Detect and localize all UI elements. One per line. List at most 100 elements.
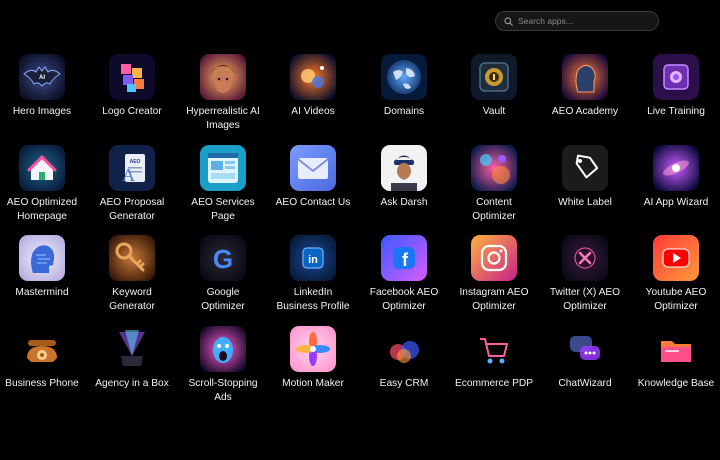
app-label: AEO Optimized Homepage	[6, 197, 78, 222]
app-tile[interactable]: Business Phone	[0, 326, 88, 391]
app-tile[interactable]: AEO Optimized Homepage	[0, 145, 88, 224]
app-tile[interactable]: AI App Wizard	[630, 145, 720, 210]
svg-text:AI: AI	[39, 75, 45, 81]
app-label: Ecommerce PDP	[454, 378, 534, 389]
instagram-logo-icon	[471, 235, 517, 281]
svg-text:f: f	[402, 250, 409, 270]
app-label: White Label	[558, 197, 612, 208]
facebook-logo-icon: f	[381, 235, 427, 281]
app-label: AEO Contact Us	[275, 197, 351, 208]
app-tile[interactable]: White Label	[539, 145, 631, 210]
app-label: Hyperrealistic AI Images	[186, 106, 260, 131]
app-tile[interactable]: Content Optimizer	[448, 145, 540, 224]
app-label: Facebook AEO Optimizer	[369, 287, 439, 312]
shopping-cart-icon	[471, 326, 517, 372]
app-label: Logo Creator	[102, 106, 162, 117]
app-tile[interactable]: G Google Optimizer	[177, 235, 269, 314]
ai-head-icon	[562, 54, 608, 100]
app-label: Easy CRM	[379, 378, 429, 389]
app-label: AI App Wizard	[643, 197, 709, 208]
envelope-icon	[290, 145, 336, 191]
app-tile[interactable]: AEO A AEO Proposal Generator	[86, 145, 178, 224]
app-label: Knowledge Base	[637, 378, 715, 389]
app-tile[interactable]: Instagram AEO Optimizer	[448, 235, 540, 314]
app-label: ChatWizard	[558, 378, 612, 389]
app-tile[interactable]: Agency in a Box	[86, 326, 178, 391]
app-label: AEO Academy	[551, 106, 619, 117]
app-label: Hero Images	[12, 106, 72, 117]
app-tile[interactable]: Easy CRM	[358, 326, 450, 391]
app-label: Vault	[482, 106, 506, 117]
app-tile[interactable]: Ecommerce PDP	[448, 326, 540, 391]
app-tile[interactable]: f Facebook AEO Optimizer	[358, 235, 450, 314]
app-tile[interactable]: Scroll-Stopping Ads	[177, 326, 269, 405]
youtube-logo-icon	[653, 235, 699, 281]
app-tile[interactable]: AEO Services Page	[177, 145, 269, 224]
app-label: Ask Darsh	[380, 197, 428, 208]
app-tile[interactable]: Domains	[358, 54, 450, 119]
app-label: AI Videos	[291, 106, 335, 117]
svg-text:G: G	[213, 244, 233, 274]
svg-text:A: A	[122, 165, 135, 185]
app-label: Business Phone	[5, 378, 79, 389]
app-tile[interactable]: Mastermind	[0, 235, 88, 300]
purple-chip-icon	[653, 54, 699, 100]
app-tile[interactable]: Youtube AEO Optimizer	[630, 235, 720, 314]
app-label: Instagram AEO Optimizer	[459, 287, 529, 312]
tag-icon	[562, 145, 608, 191]
app-tile[interactable]: Hyperrealistic AI Images	[177, 54, 269, 133]
app-tile[interactable]: Motion Maker	[267, 326, 359, 391]
key-icon	[109, 235, 155, 281]
shouting-face-icon	[200, 326, 246, 372]
app-tile[interactable]: in LinkedIn Business Profile	[267, 235, 359, 314]
app-label: Youtube AEO Optimizer	[645, 287, 707, 312]
cosmic-explosion-icon	[290, 54, 336, 100]
app-tile[interactable]: AI Hero Images	[0, 54, 88, 119]
document-pen-icon: AEO A	[109, 145, 155, 191]
app-tile[interactable]: Logo Creator	[86, 54, 178, 119]
app-label: LinkedIn Business Profile	[276, 287, 350, 312]
app-tile[interactable]: Live Training	[630, 54, 720, 119]
x-logo-icon	[562, 235, 608, 281]
google-logo-icon: G	[200, 235, 246, 281]
app-label: AEO Services Page	[191, 197, 255, 222]
app-tile[interactable]: AI Videos	[267, 54, 359, 119]
folder-icon	[653, 326, 699, 372]
linkedin-logo-icon: in	[290, 235, 336, 281]
app-tile[interactable]: Twitter (X) AEO Optimizer	[539, 235, 631, 314]
app-tile[interactable]: Knowledge Base	[630, 326, 720, 391]
galaxy-icon	[653, 145, 699, 191]
light-box-icon	[109, 326, 155, 372]
batman-logo-icon: AI	[19, 54, 65, 100]
house-icon	[19, 145, 65, 191]
data-cloud-icon	[381, 326, 427, 372]
app-label: Live Training	[647, 106, 705, 117]
app-tile[interactable]: Ask Darsh	[358, 145, 450, 210]
app-label: Keyword Generator	[109, 287, 155, 312]
app-label: Motion Maker	[282, 378, 344, 389]
woman-portrait-icon	[200, 54, 246, 100]
app-tile[interactable]: AEO Academy	[539, 54, 631, 119]
content-swirl-icon	[471, 145, 517, 191]
app-label: Domains	[383, 106, 425, 117]
globe-icon	[381, 54, 427, 100]
motion-petals-icon	[290, 326, 336, 372]
app-grid: AI Hero Images Logo Creator Hyperrealistic …	[0, 0, 720, 460]
chat-bubbles-icon	[562, 326, 608, 372]
colorful-cubes-icon	[109, 54, 155, 100]
person-photo-icon	[381, 145, 427, 191]
app-label: Mastermind	[15, 287, 69, 298]
brain-head-icon	[19, 235, 65, 281]
rotary-phone-icon	[19, 326, 65, 372]
svg-text:in: in	[308, 254, 318, 266]
vault-door-icon	[471, 54, 517, 100]
app-label: Twitter (X) AEO Optimizer	[549, 287, 621, 312]
app-label: Google Optimizer	[201, 287, 245, 312]
app-label: Scroll-Stopping Ads	[188, 378, 258, 403]
app-tile[interactable]: ChatWizard	[539, 326, 631, 391]
app-tile[interactable]: AEO Contact Us	[267, 145, 359, 210]
app-label: AEO Proposal Generator	[99, 197, 165, 222]
app-label: Agency in a Box	[95, 378, 169, 389]
app-tile[interactable]: Keyword Generator	[86, 235, 178, 314]
app-tile[interactable]: Vault	[448, 54, 540, 119]
